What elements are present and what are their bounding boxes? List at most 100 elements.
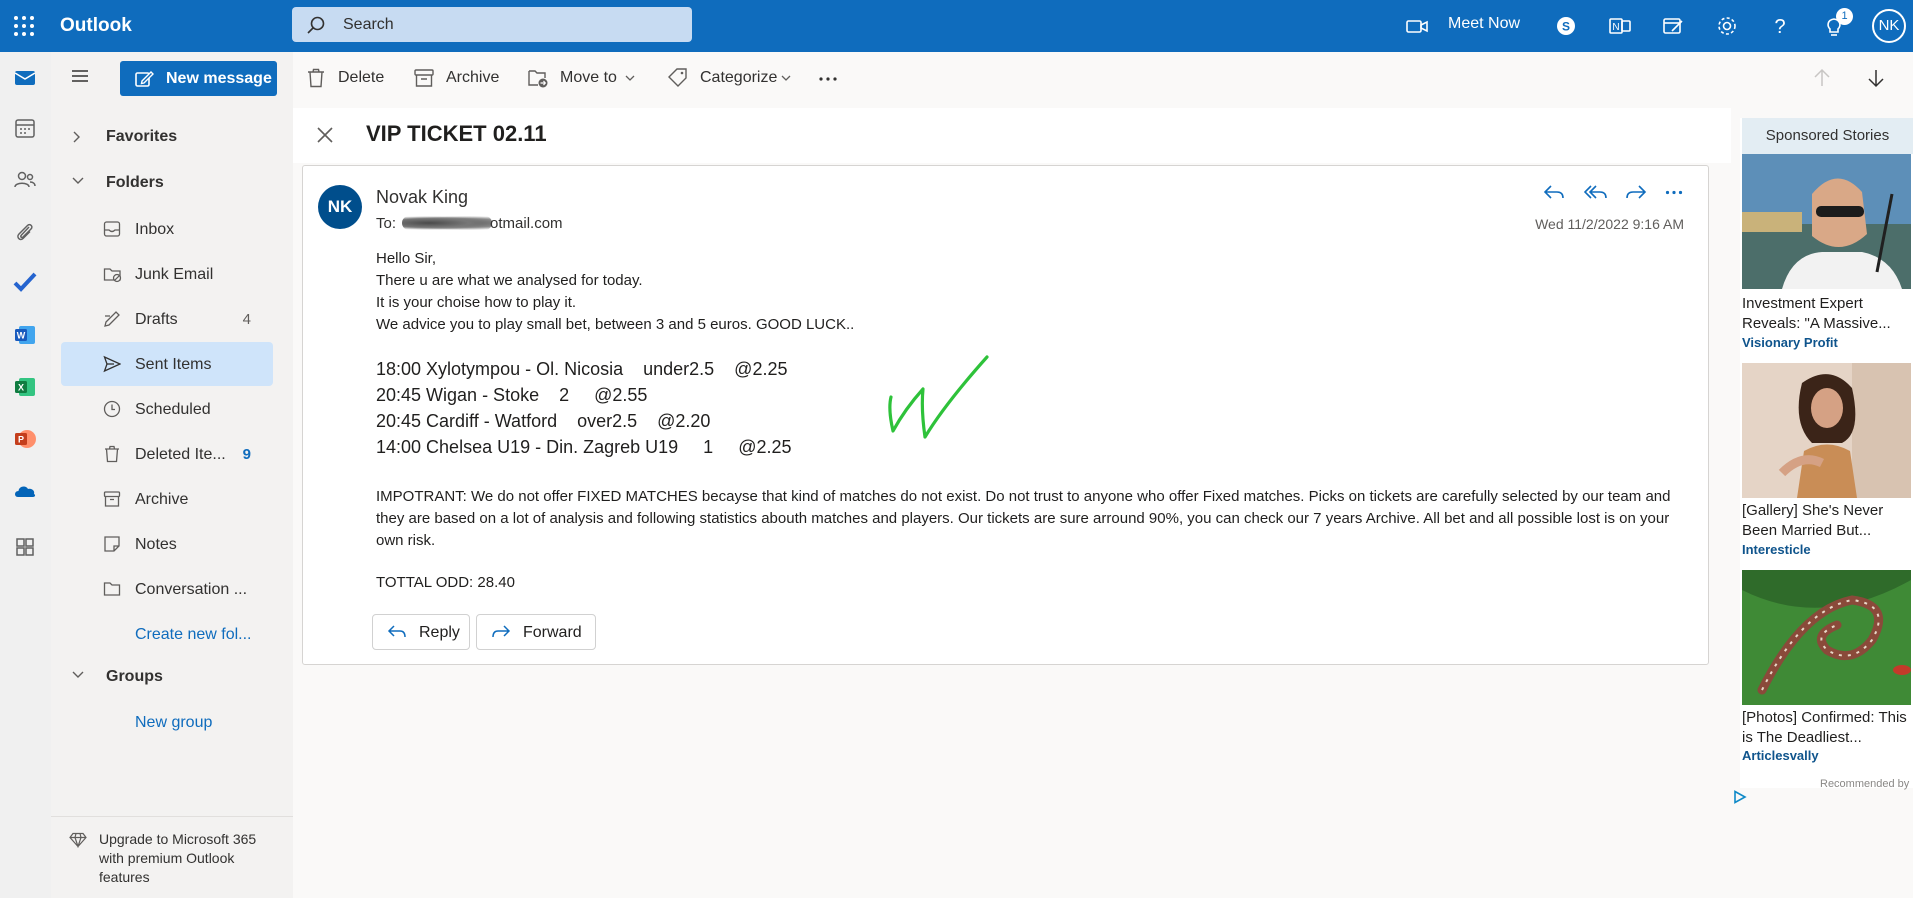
- delete-button[interactable]: Delete: [305, 52, 385, 104]
- my-day-icon[interactable]: [1660, 13, 1686, 39]
- ad-image-snake[interactable]: [1742, 570, 1911, 705]
- reply-label: Reply: [419, 624, 460, 641]
- handwritten-checkmark-icon: [888, 355, 989, 439]
- skype-icon[interactable]: S: [1553, 13, 1579, 39]
- new-group-link[interactable]: New group: [135, 714, 212, 732]
- folder-label: Inbox: [135, 221, 175, 238]
- people-icon[interactable]: [12, 167, 38, 193]
- app-launcher-icon[interactable]: [11, 13, 37, 39]
- new-message-button[interactable]: New message: [120, 61, 277, 96]
- categorize-label: Categorize: [700, 69, 778, 86]
- recommended-by-label: Recommended by: [1820, 778, 1910, 790]
- folder-scheduled[interactable]: Scheduled: [61, 387, 273, 431]
- groups-section-header[interactable]: Groups: [51, 659, 293, 695]
- create-new-folder-link[interactable]: Create new fol...: [135, 626, 252, 644]
- ad-title[interactable]: [Photos] Confirmed: This is The Deadlies…: [1742, 708, 1911, 748]
- folder-sent-items[interactable]: Sent Items: [61, 342, 273, 386]
- betting-pick: 18:00 Xylotympou - Ol. Nicosia under2.5 …: [376, 359, 788, 379]
- drafts-pencil-icon: [104, 311, 120, 327]
- folder-label: Junk Email: [135, 266, 214, 283]
- folder-label: Notes: [135, 536, 177, 553]
- search-icon: [307, 16, 325, 34]
- folder-inbox[interactable]: Inbox: [61, 207, 273, 251]
- move-to-button[interactable]: Move to: [527, 52, 637, 104]
- upgrade-text: Upgrade to Microsoft 365 with premium Ou…: [99, 831, 257, 885]
- more-options-icon[interactable]: [818, 76, 838, 82]
- excel-icon[interactable]: X: [12, 374, 38, 400]
- folders-section-header[interactable]: Folders: [51, 165, 293, 201]
- betting-pick: 20:45 Cardiff - Watford over2.5 @2.20: [376, 411, 711, 431]
- more-apps-icon[interactable]: [12, 534, 38, 560]
- folder-icon: [103, 582, 121, 596]
- adchoices-icon[interactable]: [1733, 790, 1747, 804]
- arrow-down-icon[interactable]: [1867, 68, 1885, 88]
- arrow-up-icon[interactable]: [1813, 68, 1831, 88]
- forward-button[interactable]: Forward: [476, 614, 596, 650]
- sender-avatar[interactable]: NK: [318, 185, 362, 229]
- word-icon[interactable]: W: [12, 322, 38, 348]
- forward-arrow-icon[interactable]: [1625, 182, 1647, 202]
- unread-count: 4: [242, 311, 251, 328]
- ad-image-woman[interactable]: [1742, 363, 1911, 498]
- ad-image-man-sunglasses[interactable]: [1742, 154, 1911, 289]
- categorize-button[interactable]: Categorize: [667, 52, 797, 104]
- attachment-paperclip-icon[interactable]: [12, 219, 38, 245]
- ad-source[interactable]: Interesticle: [1742, 542, 1811, 557]
- video-camera-icon[interactable]: [1404, 13, 1430, 39]
- folder-drafts[interactable]: Drafts 4: [61, 297, 273, 341]
- calendar-icon[interactable]: [12, 115, 38, 141]
- folder-label: Conversation ...: [135, 581, 247, 598]
- onedrive-cloud-icon[interactable]: [12, 478, 38, 504]
- mail-icon[interactable]: [12, 65, 38, 91]
- app-title[interactable]: Outlook: [60, 15, 132, 37]
- body-line: There u are what we analysed for today.: [376, 272, 643, 289]
- teams-icon[interactable]: N: [1607, 13, 1633, 39]
- notification-badge: 1: [1836, 8, 1853, 25]
- command-bar: Delete Archive Move to Categorize: [293, 52, 1913, 104]
- svg-text:S: S: [1562, 20, 1570, 34]
- ad-title[interactable]: Investment Expert Reveals: "A Massive...: [1742, 294, 1911, 334]
- close-icon[interactable]: [315, 125, 335, 145]
- forward-arrow-icon: [492, 625, 511, 638]
- archive-box-icon: [103, 491, 121, 507]
- folder-junk-email[interactable]: Junk Email: [61, 252, 273, 296]
- reply-arrow-icon: [387, 625, 406, 638]
- message-card: NK Novak King To: otmail.com Wed 11/2/202…: [302, 165, 1709, 665]
- folder-deleted-items[interactable]: Deleted Ite... 9: [61, 432, 273, 476]
- help-icon[interactable]: ?: [1767, 13, 1793, 39]
- folder-conversation-history[interactable]: Conversation ...: [61, 567, 273, 611]
- reply-button[interactable]: Reply: [372, 614, 470, 650]
- search-box[interactable]: Search: [292, 7, 692, 42]
- betting-pick: 20:45 Wigan - Stoke 2 @2.55: [376, 385, 648, 405]
- powerpoint-icon[interactable]: P: [12, 426, 38, 452]
- reply-arrow-icon[interactable]: [1543, 182, 1565, 202]
- body-line: It is your choise how to play it.: [376, 294, 577, 311]
- delete-label: Delete: [338, 69, 385, 86]
- trash-icon: [308, 68, 324, 88]
- svg-text:P: P: [18, 435, 24, 445]
- folders-label: Folders: [106, 174, 164, 191]
- disclaimer-text: IMPOTRANT: We do not offer FIXED MATCHES…: [376, 488, 1671, 549]
- settings-gear-icon[interactable]: [1714, 13, 1740, 39]
- favorites-section-header[interactable]: Favorites: [51, 119, 293, 155]
- meet-now-button[interactable]: Meet Now: [1448, 15, 1520, 33]
- archive-button[interactable]: Archive: [413, 52, 500, 104]
- ad-source[interactable]: Visionary Profit: [1742, 335, 1838, 350]
- folder-label: Sent Items: [135, 356, 212, 373]
- ad-source[interactable]: Articlesvally: [1742, 748, 1819, 763]
- folder-archive[interactable]: Archive: [61, 477, 273, 521]
- chevron-down-icon: [72, 671, 84, 678]
- upgrade-promo[interactable]: Upgrade to Microsoft 365 with premium Ou…: [51, 816, 293, 898]
- archive-box-icon: [414, 69, 434, 87]
- folder-notes[interactable]: Notes: [61, 522, 273, 566]
- hamburger-menu-icon[interactable]: [71, 69, 89, 83]
- account-avatar[interactable]: NK: [1872, 9, 1906, 43]
- message-more-icon[interactable]: [1665, 190, 1683, 195]
- archive-label: Archive: [446, 69, 500, 86]
- ad-title[interactable]: [Gallery] She's Never Been Married But..…: [1742, 501, 1911, 541]
- svg-text:?: ?: [1774, 16, 1785, 38]
- reply-all-icon[interactable]: [1584, 182, 1608, 202]
- move-to-label: Move to: [560, 69, 617, 86]
- sender-name[interactable]: Novak King: [376, 187, 468, 208]
- todo-check-icon[interactable]: [12, 269, 38, 295]
